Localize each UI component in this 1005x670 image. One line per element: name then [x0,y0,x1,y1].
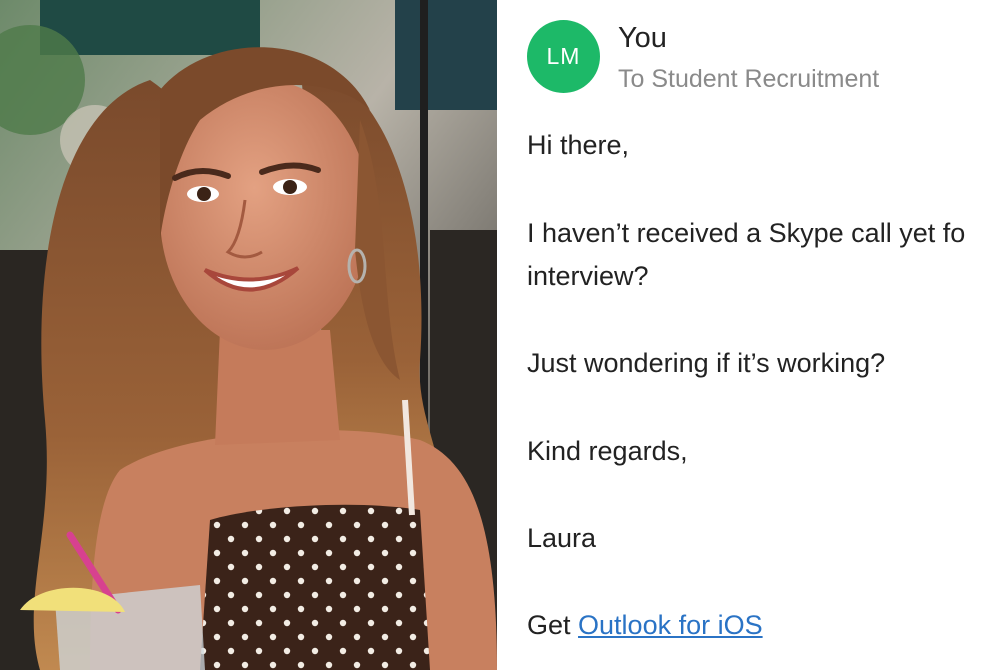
profile-photo [0,0,497,670]
email-footer: Get Outlook for iOS [527,610,763,641]
email-paragraph-1-line-2: interview? [527,261,649,291]
sender-name: You [618,22,667,54]
email-greeting: Hi there, [527,130,630,160]
email-closing: Kind regards, [527,436,688,466]
email-paragraph-1-line-1: I haven’t received a Skype call yet fo [527,218,966,248]
email-paragraph-2: Just wondering if it’s working? [527,348,886,378]
email-message: LM You To Student Recruitment Hi there, … [500,0,1005,670]
recipient-line: To Student Recruitment [618,65,880,93]
avatar-initials: LM [546,43,581,69]
sender-avatar: LM [527,20,600,93]
footer-prefix: Get [527,610,579,640]
outlook-ios-link[interactable]: Outlook for iOS [578,610,763,640]
email-signature: Laura [527,523,597,553]
